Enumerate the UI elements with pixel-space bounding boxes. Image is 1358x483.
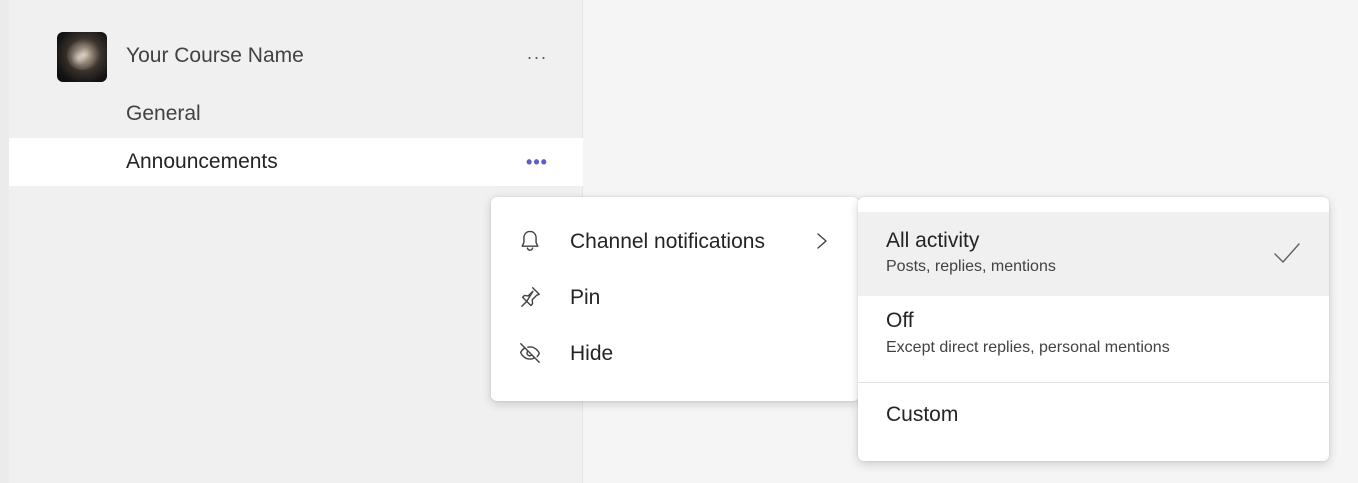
menu-item-label: Pin xyxy=(570,286,601,309)
option-description: Posts, replies, mentions xyxy=(886,258,1056,275)
team-name: Your Course Name xyxy=(126,44,304,67)
team-header[interactable]: Your Course Name ··· xyxy=(9,30,583,84)
channel-label: General xyxy=(126,102,201,125)
option-title: Off xyxy=(886,309,914,332)
option-title: All activity xyxy=(886,229,980,252)
channel-context-menu: Channel notifications Pin Hide xyxy=(491,197,859,401)
chevron-right-icon xyxy=(817,233,827,249)
channel-more-options-icon[interactable]: ••• xyxy=(517,149,557,175)
option-description: Except direct replies, personal mentions xyxy=(886,339,1170,356)
menu-item-hide[interactable]: Hide xyxy=(491,328,859,376)
pin-icon xyxy=(521,287,540,307)
menu-item-label: Hide xyxy=(570,342,614,365)
menu-item-label: Channel notifications xyxy=(570,230,765,253)
option-title: Custom xyxy=(886,403,959,426)
notification-option-all-activity[interactable]: All activity Posts, replies, mentions xyxy=(858,212,1329,296)
notification-option-off[interactable]: Off Except direct replies, personal ment… xyxy=(858,297,1329,381)
channel-item-general[interactable]: General xyxy=(9,90,583,138)
checkmark-icon xyxy=(1274,243,1300,263)
bell-icon xyxy=(521,230,539,251)
team-avatar xyxy=(57,32,107,82)
channel-notifications-submenu: All activity Posts, replies, mentions Of… xyxy=(858,197,1329,461)
menu-item-channel-notifications[interactable]: Channel notifications xyxy=(491,216,859,264)
channel-item-announcements[interactable]: Announcements ••• xyxy=(9,138,583,186)
menu-item-pin[interactable]: Pin xyxy=(491,272,859,320)
app-rail-edge xyxy=(0,0,9,483)
eye-off-icon xyxy=(519,343,541,363)
channel-label: Announcements xyxy=(126,150,278,173)
team-more-options-icon[interactable]: ··· xyxy=(517,44,557,70)
notification-option-custom[interactable]: Custom xyxy=(858,383,1329,447)
